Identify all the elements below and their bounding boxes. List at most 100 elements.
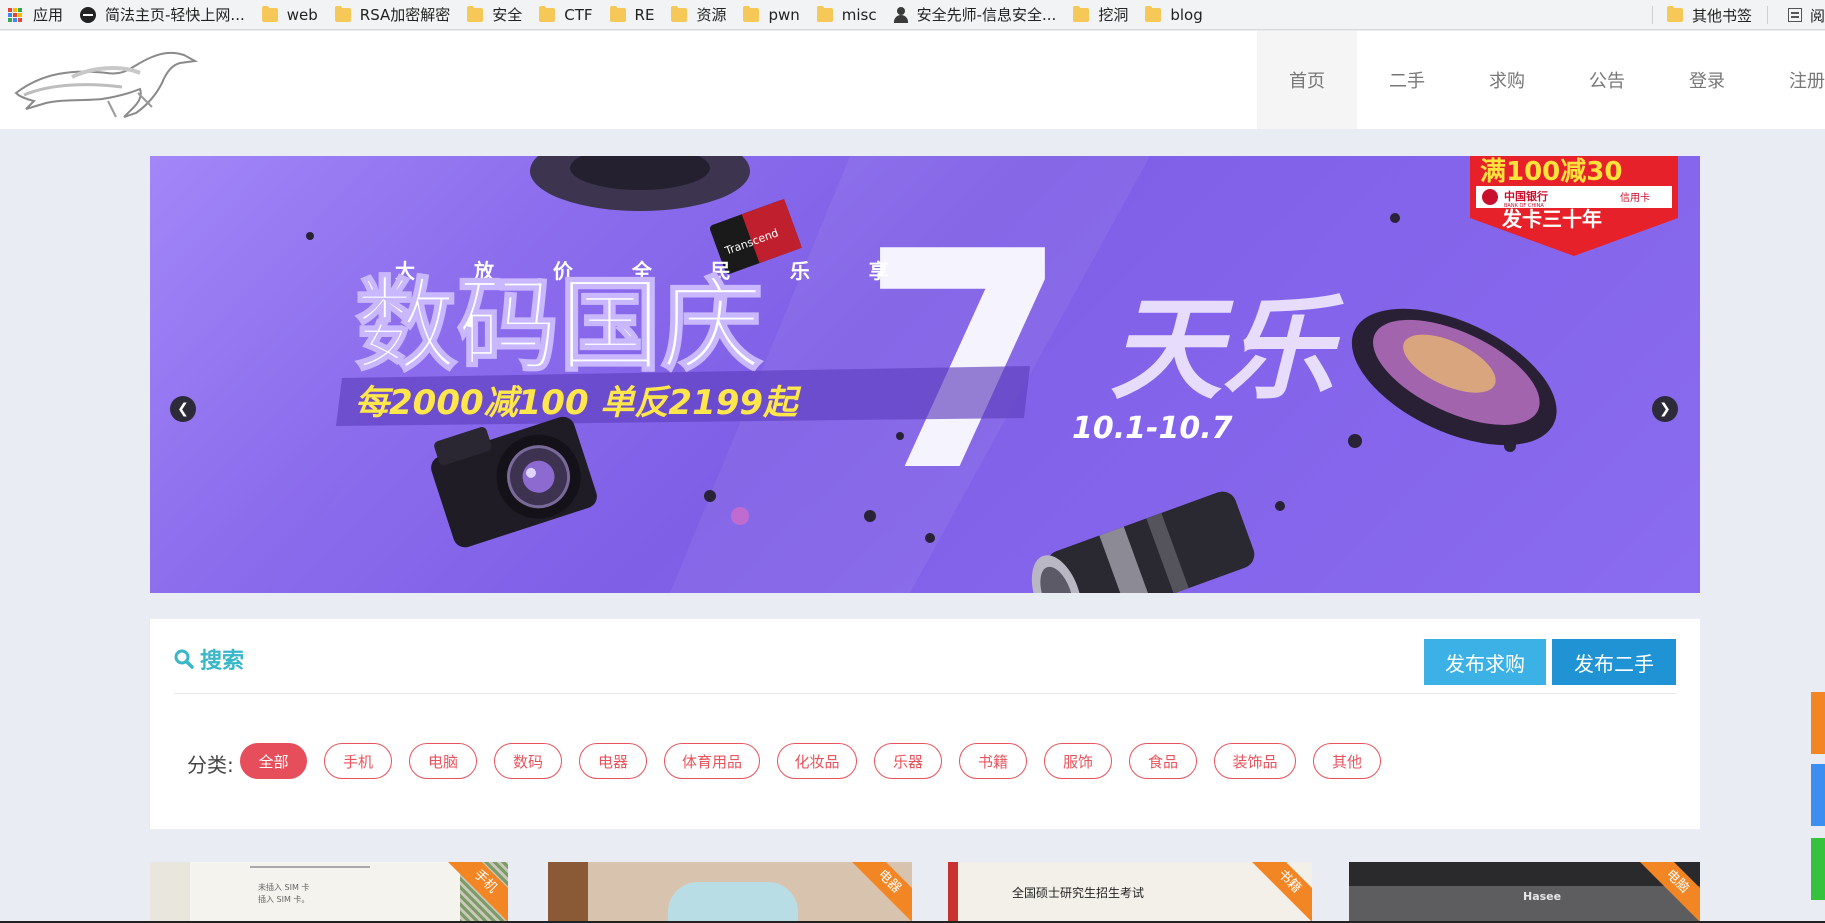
product-screen-text: 插入 SIM 卡。 [258, 895, 310, 904]
bookmark-pwn[interactable]: pwn [735, 0, 808, 29]
product-image: 未插入 SIM 卡 插入 SIM 卡。 [190, 862, 470, 923]
badge-offer: 满100减30 [1480, 157, 1622, 187]
category-appliance[interactable]: 电器 [579, 743, 647, 779]
reading-list-label: 阅 [1809, 6, 1825, 25]
category-label: 分类: [187, 753, 234, 777]
category-phone[interactable]: 手机 [324, 743, 392, 779]
bookmark-label: RSA加密解密 [359, 6, 451, 24]
category-list: 全部 手机 电脑 数码 电器 体育用品 化妆品 乐器 书籍 服饰 食品 装饰品 … [240, 743, 1398, 779]
nav-notice[interactable]: 公告 [1557, 31, 1657, 129]
folder-icon [467, 5, 484, 22]
bookmark-label: 其他书签 [1691, 6, 1752, 25]
bookmark-label: misc [841, 5, 877, 24]
product-screen-text: 未插入 SIM 卡 [258, 883, 310, 892]
bookmark-label: 简法主页-轻快上网... [105, 6, 245, 24]
divider [174, 693, 1676, 694]
folder-icon [261, 5, 278, 22]
bookmark-label: RE [634, 5, 655, 24]
greyhound-logo-icon[interactable] [12, 43, 200, 119]
product-card[interactable]: 电器 [548, 862, 912, 923]
category-books[interactable]: 书籍 [959, 743, 1027, 779]
bookmark-rsa[interactable]: RSA加密解密 [327, 0, 459, 29]
bookmark-ziyuan[interactable]: 资源 [663, 0, 735, 29]
category-clothing[interactable]: 服饰 [1044, 743, 1112, 779]
badge-anniversary: 发卡三十年 [1501, 207, 1602, 231]
category-other[interactable]: 其他 [1313, 743, 1381, 779]
carousel-prev-icon[interactable]: ❮ [170, 396, 196, 422]
category-sports[interactable]: 体育用品 [664, 743, 760, 779]
product-tag: 电器 [848, 862, 912, 923]
folder-icon [671, 5, 688, 22]
product-card[interactable]: 未插入 SIM 卡 插入 SIM 卡。 手机 [150, 862, 508, 923]
carousel-next-icon[interactable]: ❯ [1652, 396, 1678, 422]
bookmark-jianfa[interactable]: 简法主页-轻快上网... [72, 0, 254, 29]
banner-headline: 数码国庆 [355, 267, 763, 386]
category-digital[interactable]: 数码 [494, 743, 562, 779]
nav-secondhand[interactable]: 二手 [1357, 31, 1457, 129]
folder-icon [1666, 6, 1683, 22]
bookmark-label: 应用 [33, 6, 64, 24]
search-icon [174, 649, 194, 669]
nav-wanted[interactable]: 求购 [1457, 31, 1557, 129]
folder-icon [743, 5, 760, 22]
divider [1766, 6, 1768, 24]
bookmark-apps[interactable]: 应用 [0, 0, 72, 29]
banner-carousel[interactable]: Transcend 大 放 价 全 民 乐 享 数码国庆 7 天乐 每2000减… [150, 156, 1700, 593]
site-header: 首页 二手 求购 公告 登录 注册 [0, 31, 1825, 129]
category-decor[interactable]: 装饰品 [1214, 743, 1296, 779]
bookmarks-bar: 应用 简法主页-轻快上网... web RSA加密解密 安全 CTF RE 资源… [0, 0, 1825, 30]
bookmark-label: 安全先师-信息安全... [916, 6, 1057, 24]
banner-dates: 10.1-10.7 [1072, 411, 1233, 446]
bookmark-anquanxianshi[interactable]: 安全先师-信息安全... [886, 0, 1066, 29]
bookmark-label: 安全 [492, 6, 523, 24]
category-instruments[interactable]: 乐器 [874, 743, 942, 779]
bookmark-misc[interactable]: misc [809, 0, 886, 29]
nav-home[interactable]: 首页 [1257, 31, 1357, 129]
nav-register[interactable]: 注册 [1757, 31, 1825, 129]
category-computer[interactable]: 电脑 [409, 743, 477, 779]
post-secondhand-button[interactable]: 发布二手 [1552, 639, 1676, 685]
divider [1651, 6, 1653, 24]
bookmark-wadong[interactable]: 挖洞 [1065, 0, 1137, 29]
nav-login[interactable]: 登录 [1657, 31, 1757, 129]
main-nav: 首页 二手 求购 公告 登录 注册 [1257, 31, 1825, 129]
bookmark-anquan[interactable]: 安全 [459, 0, 531, 29]
banner-promo: 每2000减100 单反2199起 [355, 383, 802, 423]
side-tab-blue[interactable] [1811, 764, 1825, 826]
bookmark-ctf[interactable]: CTF [531, 0, 601, 29]
bookmark-blog[interactable]: blog [1137, 0, 1211, 29]
bookmark-web[interactable]: web [254, 0, 327, 29]
bookmark-label: web [286, 5, 318, 24]
bookmarks-right: 其他书签 阅 [1645, 0, 1825, 29]
apps-grid-icon [8, 7, 22, 22]
badge-bank: 中国银行 [1504, 189, 1548, 203]
product-brand: Hasee [1523, 890, 1562, 903]
side-tab-green[interactable] [1811, 838, 1825, 900]
product-card[interactable]: Hasee 电脑 [1349, 862, 1700, 923]
folder-icon [334, 5, 351, 22]
reading-list[interactable]: 阅 [1774, 0, 1825, 29]
folder-icon [1073, 5, 1090, 22]
category-cosmetics[interactable]: 化妆品 [777, 743, 857, 779]
post-wanted-button[interactable]: 发布求购 [1424, 639, 1546, 685]
banner-headline-tail: 天乐 [1110, 285, 1344, 415]
category-food[interactable]: 食品 [1129, 743, 1197, 779]
folder-icon [539, 5, 556, 22]
product-book-title: 全国硕士研究生招生考试 [1012, 886, 1145, 900]
product-image [668, 882, 798, 923]
bookmark-label: blog [1170, 5, 1203, 24]
bookmark-label: CTF [564, 5, 593, 24]
category-all[interactable]: 全部 [240, 743, 307, 779]
banner-big-number: 7 [860, 188, 1069, 537]
bookmark-label: 挖洞 [1098, 6, 1129, 24]
bookmark-re[interactable]: RE [602, 0, 664, 29]
bookmark-other[interactable]: 其他书签 [1659, 0, 1761, 29]
badge-card: 信用卡 [1620, 191, 1650, 204]
product-card[interactable]: 全国硕士研究生招生考试 书籍 [948, 862, 1312, 923]
side-tab-orange[interactable] [1811, 692, 1825, 754]
site-icon [80, 6, 97, 23]
bookmark-label: pwn [768, 5, 800, 24]
search-heading: 搜索 [174, 643, 244, 675]
search-panel: 搜索 发布求购 发布二手 分类: 全部 手机 电脑 数码 电器 体育用品 化妆品… [150, 619, 1700, 829]
search-title: 搜索 [200, 649, 245, 674]
